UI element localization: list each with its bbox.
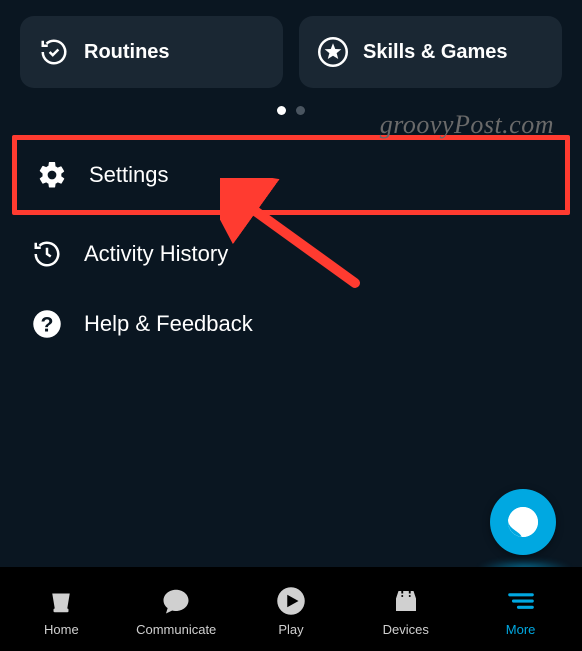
cards-row: Routines Skills & Games — [0, 0, 582, 98]
nav-communicate[interactable]: Communicate — [119, 584, 234, 637]
watermark-text: groovyPost.com — [380, 110, 554, 140]
devices-icon — [389, 584, 423, 618]
menu-help-label: Help & Feedback — [84, 311, 253, 337]
menu-item-activity[interactable]: Activity History — [20, 219, 562, 289]
home-icon — [44, 584, 78, 618]
pagination-dot-2[interactable] — [296, 106, 305, 115]
menu-list: Settings Activity History ? Help & Feedb… — [0, 135, 582, 359]
alexa-fab[interactable] — [490, 489, 556, 555]
menu-activity-label: Activity History — [84, 241, 228, 267]
card-skills[interactable]: Skills & Games — [299, 16, 562, 88]
menu-item-settings[interactable]: Settings — [25, 140, 557, 210]
gear-icon — [35, 158, 69, 192]
nav-more-label: More — [506, 622, 536, 637]
nav-devices-label: Devices — [383, 622, 429, 637]
nav-communicate-label: Communicate — [136, 622, 216, 637]
history-icon — [30, 237, 64, 271]
annotation-highlight: Settings — [12, 135, 570, 215]
communicate-icon — [159, 584, 193, 618]
card-routines[interactable]: Routines — [20, 16, 283, 88]
pagination-dot-1[interactable] — [277, 106, 286, 115]
nav-more[interactable]: More — [463, 584, 578, 637]
menu-settings-label: Settings — [89, 162, 169, 188]
nav-play-label: Play — [278, 622, 303, 637]
menu-item-help[interactable]: ? Help & Feedback — [20, 289, 562, 359]
more-icon — [504, 584, 538, 618]
routines-icon — [38, 36, 70, 68]
nav-home-label: Home — [44, 622, 79, 637]
skills-icon — [317, 36, 349, 68]
nav-devices[interactable]: Devices — [348, 584, 463, 637]
bottom-nav: Home Communicate Play Devi — [0, 567, 582, 651]
play-icon — [274, 584, 308, 618]
card-routines-label: Routines — [84, 41, 170, 64]
help-icon: ? — [30, 307, 64, 341]
card-skills-label: Skills & Games — [363, 41, 508, 64]
nav-play[interactable]: Play — [234, 584, 349, 637]
nav-home[interactable]: Home — [4, 584, 119, 637]
alexa-icon — [503, 502, 543, 542]
svg-text:?: ? — [41, 313, 54, 337]
